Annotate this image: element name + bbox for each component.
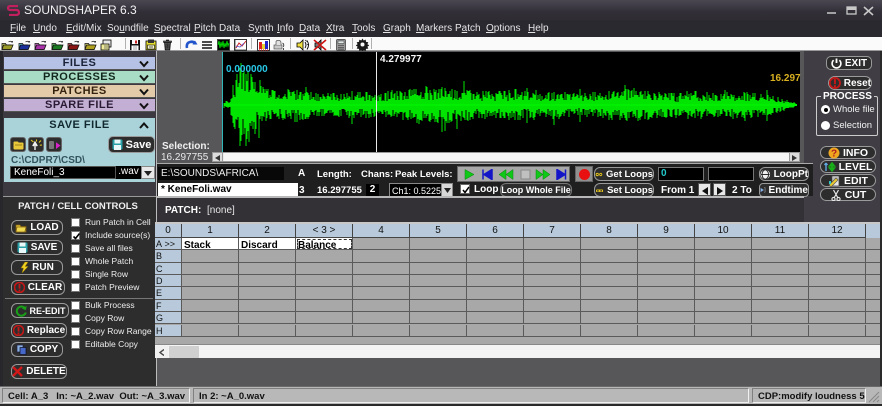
svg-text:?: ? [831,148,837,159]
